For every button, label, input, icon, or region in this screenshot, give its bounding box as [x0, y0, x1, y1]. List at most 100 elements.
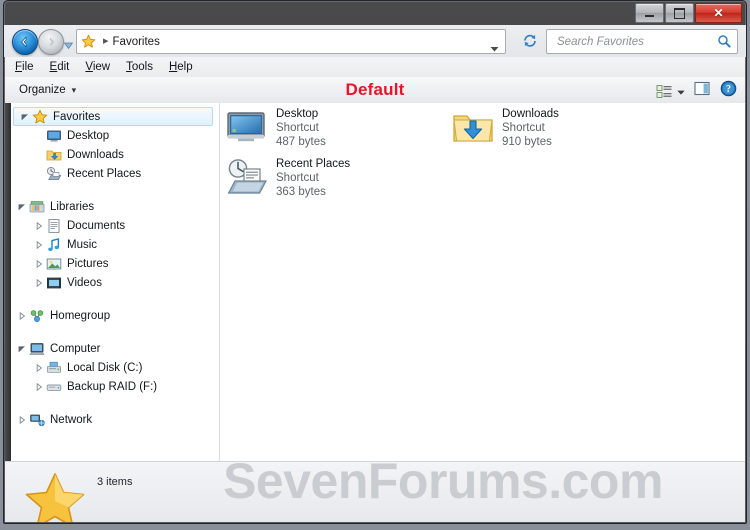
tree-group-gap	[11, 396, 219, 410]
tree-group-gap	[11, 292, 219, 306]
file-size: 487 bytes	[276, 136, 326, 148]
recent-pages-dropdown-icon[interactable]	[63, 37, 74, 50]
forward-button[interactable]	[38, 29, 64, 55]
sidebar-item-downloads[interactable]: Downloads	[11, 145, 219, 164]
minimize-button[interactable]	[635, 3, 664, 23]
file-item[interactable]: Downloads Shortcut 910 bytes	[452, 107, 559, 149]
expander-collapsed-icon[interactable]	[15, 415, 28, 424]
tree-group-gap	[11, 183, 219, 197]
menu-item-help[interactable]: Help	[169, 61, 193, 73]
sidebar-item-label: Pictures	[67, 257, 109, 270]
sidebar-item-videos[interactable]: Videos	[11, 273, 219, 292]
pictures-library-icon	[45, 256, 62, 272]
sidebar-item-backup-raid-f[interactable]: Backup RAID (F:)	[11, 377, 219, 396]
search-icon	[717, 34, 731, 53]
menu-bar: File Edit View Tools Help	[5, 57, 745, 78]
file-item-text: Downloads Shortcut 910 bytes	[502, 107, 559, 149]
search-box[interactable]	[546, 29, 738, 54]
sidebar-item-music[interactable]: Music	[11, 235, 219, 254]
expander-expanded-icon[interactable]	[15, 345, 28, 353]
file-item[interactable]: Desktop Shortcut 487 bytes	[226, 107, 326, 149]
forward-arrow-icon	[45, 36, 58, 48]
sidebar-item-recent-places[interactable]: Recent Places	[11, 164, 219, 183]
menu-item-view[interactable]: View	[85, 61, 110, 73]
back-arrow-icon	[19, 36, 32, 48]
star-icon	[23, 471, 87, 522]
file-list[interactable]: Desktop Shortcut 487 bytes Downloads Shortcu…	[220, 103, 745, 463]
network-icon	[28, 412, 45, 428]
expander-expanded-icon[interactable]	[18, 113, 31, 121]
recent-places-shortcut-icon	[226, 157, 268, 199]
address-dropdown-icon[interactable]	[490, 39, 499, 52]
file-size: 363 bytes	[276, 186, 326, 198]
file-type: Shortcut	[502, 122, 545, 134]
breadcrumb: Favorites	[112, 35, 160, 48]
search-input[interactable]	[555, 34, 711, 49]
sidebar-item-label: Downloads	[67, 148, 124, 161]
window-controls: ✕	[635, 3, 742, 23]
close-button[interactable]: ✕	[695, 3, 742, 23]
refresh-button[interactable]	[518, 29, 542, 52]
file-size: 910 bytes	[502, 136, 552, 148]
star-icon	[81, 34, 98, 50]
toolbar-right-group: ?	[656, 80, 737, 102]
sidebar-item-documents[interactable]: Documents	[11, 216, 219, 235]
sidebar-item-pictures[interactable]: Pictures	[11, 254, 219, 273]
music-library-icon	[45, 237, 62, 253]
star-icon	[31, 109, 48, 125]
expander-collapsed-icon[interactable]	[32, 278, 45, 287]
sidebar-item-label: Videos	[67, 276, 102, 289]
sidebar-item-computer[interactable]: Computer	[11, 339, 219, 358]
maximize-button[interactable]	[665, 3, 694, 23]
sidebar-item-desktop[interactable]: Desktop	[11, 126, 219, 145]
sidebar-item-network[interactable]: Network	[11, 410, 219, 429]
expander-expanded-icon[interactable]	[15, 203, 28, 211]
menu-item-tools[interactable]: Tools	[126, 61, 153, 73]
watermark: SevenForums.com	[223, 461, 663, 509]
expander-collapsed-icon[interactable]	[32, 259, 45, 268]
menu-item-file[interactable]: File	[15, 61, 34, 73]
close-icon: ✕	[713, 6, 724, 20]
file-type: Shortcut	[276, 172, 319, 184]
sidebar-item-homegroup[interactable]: Homegroup	[11, 306, 219, 325]
navigation-pane: Favorites Desktop Downloads Recent Places Li…	[5, 103, 220, 463]
file-name: Recent Places	[276, 158, 351, 170]
sidebar-item-label: Music	[67, 238, 98, 251]
system-drive-icon	[45, 360, 62, 376]
maximize-icon	[674, 7, 685, 19]
sidebar-item-local-disk-c[interactable]: Local Disk (C:)	[11, 358, 219, 377]
sidebar-item-label: Libraries	[50, 200, 95, 213]
expander-collapsed-icon[interactable]	[32, 240, 45, 249]
svg-text:?: ?	[726, 84, 731, 95]
sidebar-item-label: Network	[50, 413, 93, 426]
change-view-button[interactable]	[656, 82, 685, 100]
expander-collapsed-icon[interactable]	[32, 382, 45, 391]
minimize-icon	[645, 14, 654, 17]
sidebar-item-favorites[interactable]: Favorites	[13, 107, 213, 126]
help-icon: ?	[720, 80, 737, 97]
homegroup-icon	[28, 308, 45, 324]
status-item-count: 3 items	[97, 476, 133, 488]
back-button[interactable]	[12, 29, 38, 55]
status-bar: SevenForums.com 3 items	[5, 461, 745, 522]
views-chevron-down-icon	[677, 82, 685, 100]
explorer-body: Favorites Desktop Downloads Recent Places Li…	[5, 103, 745, 463]
address-bar[interactable]: ▸ Favorites	[76, 29, 506, 54]
sidebar-item-label: Backup RAID (F:)	[67, 380, 158, 393]
file-item[interactable]: Recent Places Shortcut 363 bytes	[226, 157, 350, 199]
file-type: Shortcut	[276, 122, 319, 134]
watermark-layer: SevenForums.com	[5, 461, 745, 522]
expander-collapsed-icon[interactable]	[32, 363, 45, 372]
videos-library-icon	[45, 275, 62, 291]
expander-collapsed-icon[interactable]	[15, 311, 28, 320]
help-button[interactable]: ?	[720, 80, 737, 102]
file-item-text: Recent Places Shortcut 363 bytes	[276, 157, 350, 199]
expander-collapsed-icon[interactable]	[32, 221, 45, 230]
desktop-icon	[45, 128, 62, 144]
navigation-tree: Favorites Desktop Downloads Recent Places Li…	[11, 107, 219, 463]
sidebar-item-libraries[interactable]: Libraries	[11, 197, 219, 216]
sidebar-item-label: Homegroup	[50, 309, 111, 322]
documents-library-icon	[45, 218, 62, 234]
menu-item-edit[interactable]: Edit	[50, 61, 70, 73]
preview-pane-button[interactable]	[694, 81, 711, 101]
